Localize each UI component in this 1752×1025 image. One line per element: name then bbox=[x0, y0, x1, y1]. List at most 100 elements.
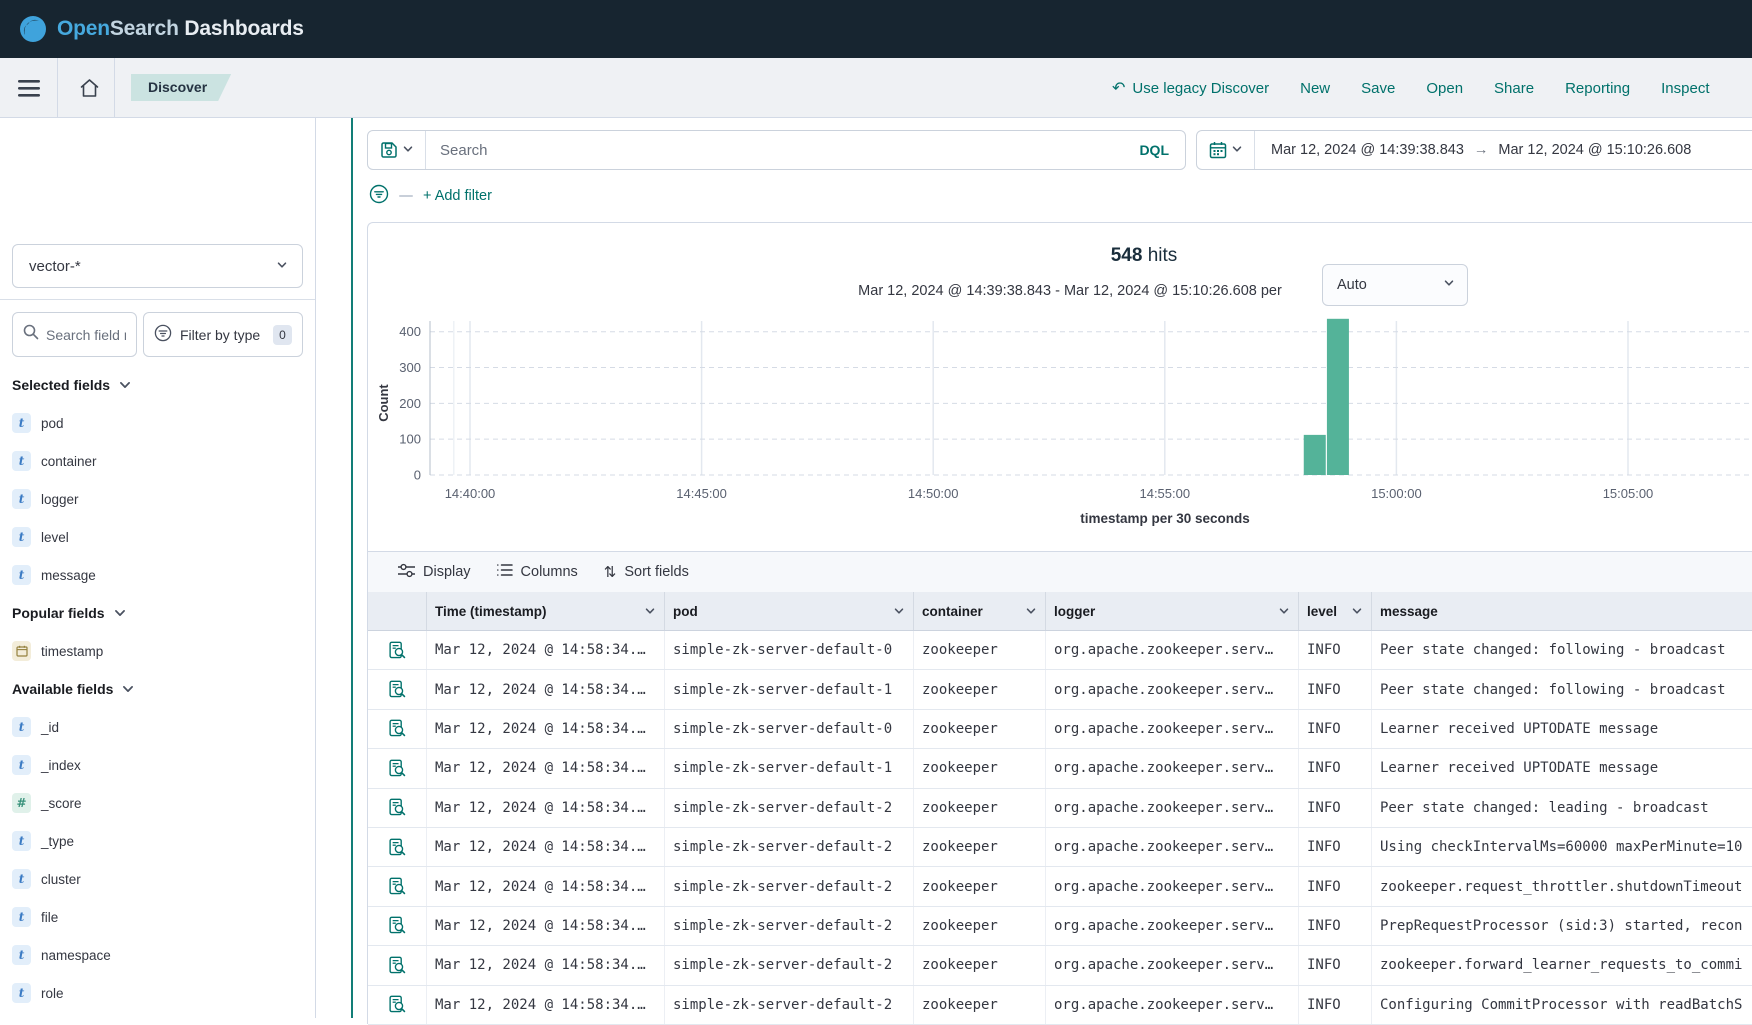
field-item-logger[interactable]: tlogger bbox=[12, 489, 303, 509]
table-toolbar-columns-button[interactable]: Columns bbox=[497, 563, 578, 581]
cell-container[interactable]: zookeeper bbox=[914, 749, 1046, 787]
cell-level[interactable]: INFO bbox=[1299, 670, 1372, 708]
field-item-_score[interactable]: #_score bbox=[12, 793, 303, 813]
column-header-level[interactable]: level bbox=[1299, 592, 1372, 630]
cell-time[interactable]: Mar 12, 2024 @ 14:58:34.… bbox=[427, 946, 665, 984]
dql-button[interactable]: DQL bbox=[1123, 142, 1185, 158]
cell-time[interactable]: Mar 12, 2024 @ 14:58:34.… bbox=[427, 828, 665, 866]
cell-container[interactable]: zookeeper bbox=[914, 828, 1046, 866]
nav-action-save[interactable]: Save bbox=[1361, 80, 1395, 97]
cell-container[interactable]: zookeeper bbox=[914, 710, 1046, 748]
cell-pod[interactable]: simple-zk-server-default-0 bbox=[665, 631, 914, 669]
field-item-file[interactable]: tfile bbox=[12, 907, 303, 927]
cell-message[interactable]: Learner received UPTODATE message bbox=[1372, 710, 1752, 748]
table-toolbar-display-button[interactable]: Display bbox=[398, 563, 471, 582]
cell-time[interactable]: Mar 12, 2024 @ 14:58:34.… bbox=[427, 710, 665, 748]
cell-pod[interactable]: simple-zk-server-default-2 bbox=[665, 907, 914, 945]
home-icon[interactable] bbox=[72, 58, 106, 118]
field-item-_index[interactable]: t_index bbox=[12, 755, 303, 775]
cell-logger[interactable]: org.apache.zookeeper.serv… bbox=[1046, 631, 1299, 669]
column-header-message[interactable]: message bbox=[1372, 592, 1752, 630]
histogram-bar[interactable] bbox=[1327, 319, 1349, 475]
search-input[interactable] bbox=[426, 142, 1123, 159]
expand-document-button[interactable] bbox=[368, 710, 426, 748]
cell-level[interactable]: INFO bbox=[1299, 749, 1372, 787]
cell-logger[interactable]: org.apache.zookeeper.serv… bbox=[1046, 710, 1299, 748]
cell-level[interactable]: INFO bbox=[1299, 946, 1372, 984]
cell-message[interactable]: Peer state changed: leading - broadcast bbox=[1372, 789, 1752, 827]
cell-container[interactable]: zookeeper bbox=[914, 867, 1046, 905]
cell-time[interactable]: Mar 12, 2024 @ 14:58:34.… bbox=[427, 789, 665, 827]
nav-action-use-legacy-discover[interactable]: ↶Use legacy Discover bbox=[1112, 78, 1269, 98]
expand-document-button[interactable] bbox=[368, 631, 426, 669]
field-group-available-fields[interactable]: Available fields bbox=[12, 679, 303, 699]
expand-document-button[interactable] bbox=[368, 986, 426, 1024]
date-to[interactable]: Mar 12, 2024 @ 15:10:26.608 bbox=[1498, 142, 1691, 158]
expand-document-button[interactable] bbox=[368, 867, 426, 905]
field-group-selected-fields[interactable]: Selected fields bbox=[12, 375, 303, 395]
cell-message[interactable]: Using checkIntervalMs=60000 maxPerMinute… bbox=[1372, 828, 1752, 866]
field-item-timestamp[interactable]: timestamp bbox=[12, 641, 303, 661]
cell-message[interactable]: Configuring CommitProcessor with readBat… bbox=[1372, 986, 1752, 1024]
cell-logger[interactable]: org.apache.zookeeper.serv… bbox=[1046, 749, 1299, 787]
cell-pod[interactable]: simple-zk-server-default-2 bbox=[665, 867, 914, 905]
cell-pod[interactable]: simple-zk-server-default-1 bbox=[665, 749, 914, 787]
breadcrumb[interactable]: Discover bbox=[131, 74, 231, 101]
cell-level[interactable]: INFO bbox=[1299, 828, 1372, 866]
nav-action-share[interactable]: Share bbox=[1494, 80, 1534, 97]
calendar-button[interactable] bbox=[1197, 131, 1255, 169]
cell-logger[interactable]: org.apache.zookeeper.serv… bbox=[1046, 986, 1299, 1024]
cell-message[interactable]: Peer state changed: following - broadcas… bbox=[1372, 670, 1752, 708]
cell-message[interactable]: PrepRequestProcessor (sid:3) started, re… bbox=[1372, 907, 1752, 945]
cell-pod[interactable]: simple-zk-server-default-2 bbox=[665, 986, 914, 1024]
filter-circle-icon[interactable] bbox=[369, 184, 389, 209]
cell-level[interactable]: INFO bbox=[1299, 867, 1372, 905]
cell-time[interactable]: Mar 12, 2024 @ 14:58:34.… bbox=[427, 986, 665, 1024]
opensearch-logo[interactable]: OpenSearch Dashboards bbox=[18, 14, 304, 44]
cell-time[interactable]: Mar 12, 2024 @ 14:58:34.… bbox=[427, 631, 665, 669]
cell-logger[interactable]: org.apache.zookeeper.serv… bbox=[1046, 670, 1299, 708]
sidebar-resizer[interactable] bbox=[351, 118, 353, 1018]
cell-pod[interactable]: simple-zk-server-default-2 bbox=[665, 828, 914, 866]
field-item-container[interactable]: tcontainer bbox=[12, 451, 303, 471]
field-group-popular-fields[interactable]: Popular fields bbox=[12, 603, 303, 623]
field-item-role[interactable]: trole bbox=[12, 983, 303, 1003]
cell-container[interactable]: zookeeper bbox=[914, 670, 1046, 708]
field-item-level[interactable]: tlevel bbox=[12, 527, 303, 547]
histogram-bar[interactable] bbox=[1304, 435, 1326, 475]
index-pattern-select[interactable]: vector-* bbox=[12, 244, 303, 288]
cell-time[interactable]: Mar 12, 2024 @ 14:58:34.… bbox=[427, 749, 665, 787]
field-item-message[interactable]: tmessage bbox=[12, 565, 303, 585]
interval-select[interactable]: Auto bbox=[1322, 264, 1468, 306]
cell-message[interactable]: Peer state changed: following - broadcas… bbox=[1372, 631, 1752, 669]
nav-action-open[interactable]: Open bbox=[1426, 80, 1463, 97]
field-item-pod[interactable]: tpod bbox=[12, 413, 303, 433]
column-header-time-timestamp-[interactable]: Time (timestamp) bbox=[427, 592, 665, 630]
add-filter-button[interactable]: + Add filter bbox=[423, 188, 492, 204]
menu-icon[interactable] bbox=[12, 58, 46, 118]
field-item-_id[interactable]: t_id bbox=[12, 717, 303, 737]
column-header-container[interactable]: container bbox=[914, 592, 1046, 630]
cell-pod[interactable]: simple-zk-server-default-1 bbox=[665, 670, 914, 708]
nav-action-inspect[interactable]: Inspect bbox=[1661, 80, 1709, 97]
cell-message[interactable]: zookeeper.request_throttler.shutdownTime… bbox=[1372, 867, 1752, 905]
expand-document-button[interactable] bbox=[368, 789, 426, 827]
cell-level[interactable]: INFO bbox=[1299, 710, 1372, 748]
expand-document-button[interactable] bbox=[368, 828, 426, 866]
cell-pod[interactable]: simple-zk-server-default-2 bbox=[665, 946, 914, 984]
field-item-cluster[interactable]: tcluster bbox=[12, 869, 303, 889]
cell-level[interactable]: INFO bbox=[1299, 789, 1372, 827]
cell-level[interactable]: INFO bbox=[1299, 631, 1372, 669]
nav-action-reporting[interactable]: Reporting bbox=[1565, 80, 1630, 97]
cell-pod[interactable]: simple-zk-server-default-0 bbox=[665, 710, 914, 748]
cell-level[interactable]: INFO bbox=[1299, 986, 1372, 1024]
cell-message[interactable]: Learner received UPTODATE message bbox=[1372, 749, 1752, 787]
cell-time[interactable]: Mar 12, 2024 @ 14:58:34.… bbox=[427, 670, 665, 708]
expand-document-button[interactable] bbox=[368, 907, 426, 945]
cell-logger[interactable]: org.apache.zookeeper.serv… bbox=[1046, 867, 1299, 905]
cell-pod[interactable]: simple-zk-server-default-2 bbox=[665, 789, 914, 827]
field-search-input[interactable] bbox=[46, 327, 126, 343]
save-query-button[interactable] bbox=[368, 131, 426, 169]
table-toolbar-sort-fields-button[interactable]: ⇅Sort fields bbox=[604, 563, 689, 581]
filter-by-type-button[interactable]: Filter by type 0 bbox=[143, 312, 303, 357]
